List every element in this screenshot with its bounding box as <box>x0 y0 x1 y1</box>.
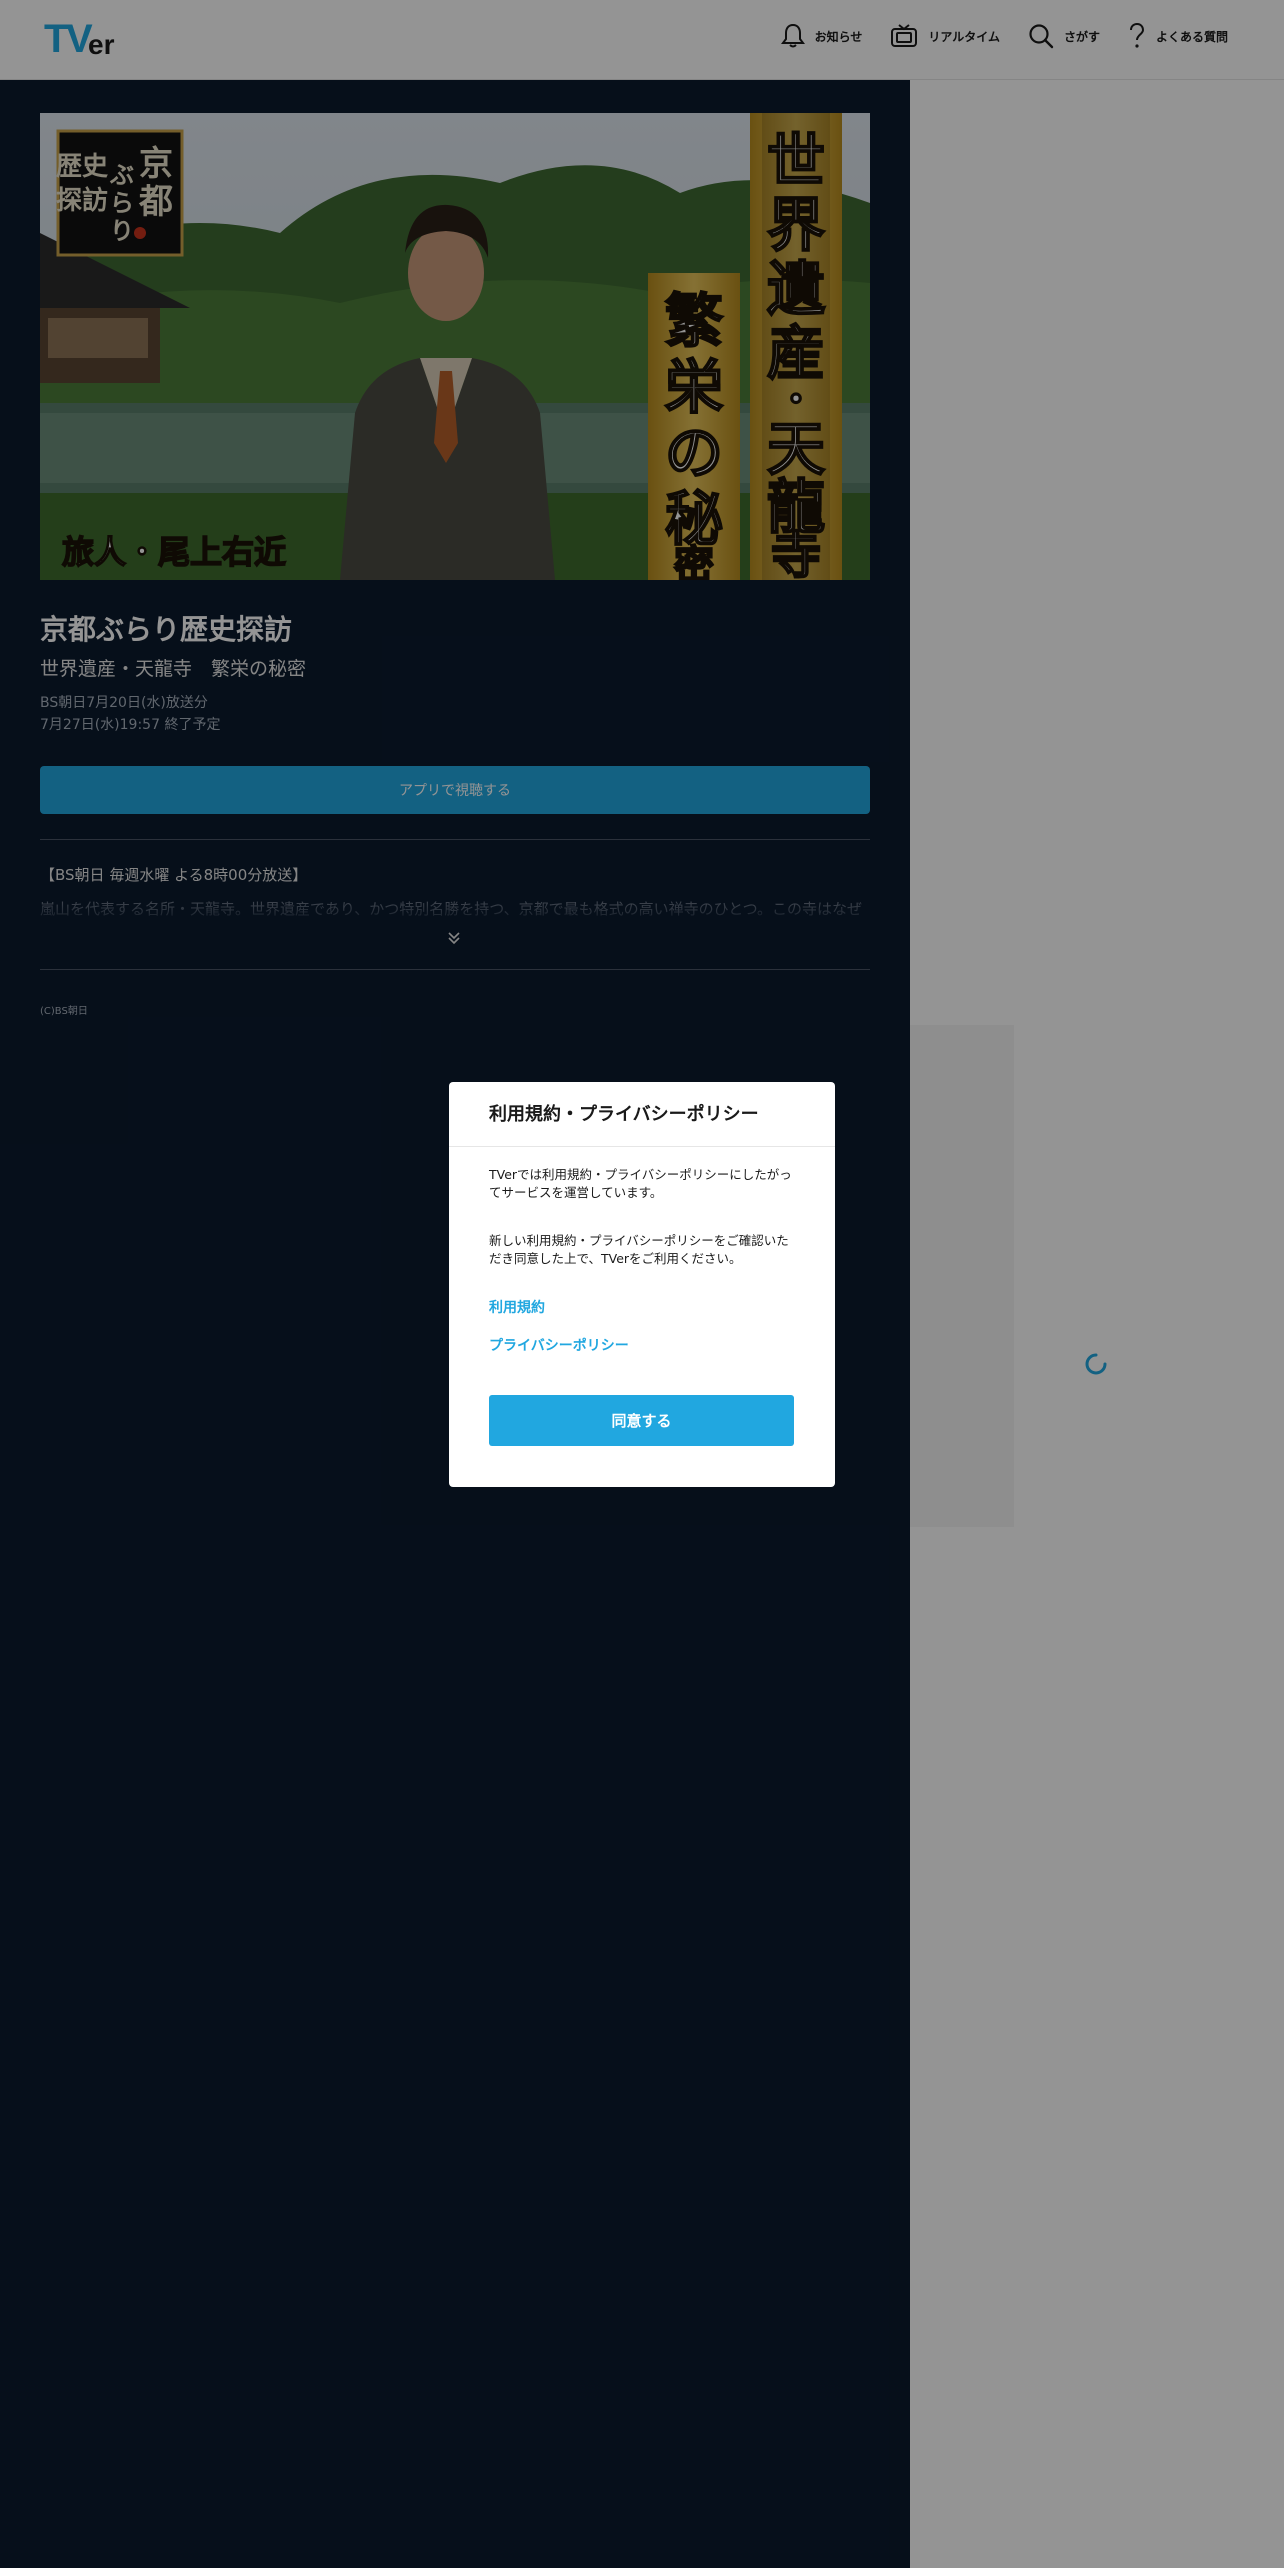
modal-divider <box>449 1146 835 1147</box>
modal-title: 利用規約・プライバシーポリシー <box>489 1104 759 1125</box>
terms-link[interactable]: 利用規約 <box>489 1297 545 1317</box>
privacy-policy-link[interactable]: プライバシーポリシー <box>489 1335 629 1355</box>
modal-paragraph-1: TVerでは利用規約・プライバシーポリシーにしたがってサービスを運営しています。 <box>489 1167 792 1200</box>
modal-paragraph-2: 新しい利用規約・プライバシーポリシーをご確認いただき同意した上で、TVerをご利… <box>489 1233 789 1266</box>
terms-modal: 利用規約・プライバシーポリシー TVerでは利用規約・プライバシーポリシーにした… <box>449 1082 835 1487</box>
agree-button[interactable]: 同意する <box>489 1395 794 1446</box>
